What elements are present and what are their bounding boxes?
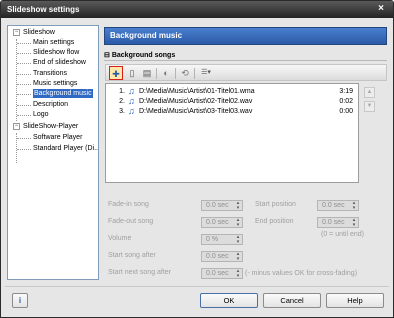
- list-item[interactable]: 3. ♫ D:\Media\Music\Artist\03-Titel03.wa…: [106, 106, 358, 116]
- toolbar-separator: [156, 68, 157, 79]
- toolbar-separator: [194, 68, 195, 79]
- help-button[interactable]: Help: [326, 293, 384, 308]
- start-after-value: 0.0 sec: [206, 253, 229, 260]
- ok-button[interactable]: OK: [200, 293, 258, 308]
- start-position-stepper[interactable]: 0.0 sec ▴ ▾: [317, 200, 359, 211]
- fade-in-stepper[interactable]: 0.0 sec ▴ ▾: [201, 200, 243, 211]
- start-next-label: Start next song after: [108, 269, 172, 276]
- tree-line: [17, 74, 31, 75]
- tree-line: [17, 53, 31, 54]
- start-position-label: Start position: [255, 201, 296, 208]
- fade-in-label: Fade-in song: [108, 201, 149, 208]
- background-songs-group: ⊟ Background songs: [104, 50, 387, 61]
- group-title: Background songs: [111, 52, 176, 59]
- spin-arrows-icon[interactable]: ▴ ▾: [351, 201, 357, 211]
- song-duration: 3:19: [339, 88, 353, 95]
- start-next-stepper[interactable]: 0.0 sec ▴ ▾: [201, 268, 243, 279]
- start-after-label: Start song after: [108, 252, 156, 259]
- collapse-group-icon[interactable]: ⊟: [104, 52, 110, 59]
- page-title: Background music: [104, 27, 387, 45]
- spin-arrows-icon[interactable]: ▴ ▾: [351, 218, 357, 228]
- tree-item-logo[interactable]: Logo: [33, 110, 49, 119]
- spin-arrows-icon[interactable]: ▴ ▾: [235, 218, 241, 228]
- effects-icon[interactable]: ⟲: [178, 66, 192, 80]
- end-position-value: 0.0 sec: [322, 219, 345, 226]
- volume-value: 0 %: [206, 236, 219, 243]
- start-position-value: 0.0 sec: [322, 202, 345, 209]
- tree-item-transitions[interactable]: Transitions: [33, 69, 67, 78]
- tree-item-background-music[interactable]: Background music: [33, 89, 93, 98]
- edit-song-icon[interactable]: ▤: [140, 66, 154, 80]
- tree-item-standard-player[interactable]: Standard Player (Di...: [33, 144, 98, 153]
- tree-line: [17, 84, 31, 85]
- spin-arrows-icon[interactable]: ▴ ▾: [235, 269, 241, 279]
- tree-item-description[interactable]: Description: [33, 100, 68, 109]
- window-title: Slideshow settings: [7, 5, 80, 14]
- end-position-stepper[interactable]: 0.0 sec ▴ ▾: [317, 217, 359, 228]
- music-note-icon: ♫: [128, 96, 135, 106]
- volume-icon[interactable]: ◐: [159, 66, 173, 80]
- spin-arrows-icon[interactable]: ▴ ▾: [235, 201, 241, 211]
- fade-out-label: Fade-out song: [108, 218, 154, 225]
- close-icon[interactable]: ×: [375, 3, 387, 15]
- song-number: 2.: [119, 98, 125, 105]
- tree-line: [17, 43, 31, 44]
- add-song-icon[interactable]: ✚: [109, 66, 123, 80]
- tree-line: [17, 149, 31, 150]
- tree-item-music-settings[interactable]: Music settings: [33, 79, 77, 88]
- song-path: D:\Media\Music\Artist\02-Titel02.wav: [139, 98, 253, 105]
- until-end-note: (0 = until end): [321, 231, 364, 238]
- tree-item-main-settings[interactable]: Main settings: [33, 38, 74, 47]
- song-number: 3.: [119, 108, 125, 115]
- tree-item-end-of-slideshow[interactable]: End of slideshow: [33, 58, 86, 67]
- list-item[interactable]: 2. ♫ D:\Media\Music\Artist\02-Titel02.wa…: [106, 96, 358, 106]
- tree-line: [17, 63, 31, 64]
- tree-line: [17, 105, 31, 106]
- tree-item-software-player[interactable]: Software Player: [33, 133, 82, 142]
- cross-fade-note: (- minus values OK for cross-fading): [245, 270, 358, 277]
- start-next-value: 0.0 sec: [206, 270, 229, 277]
- tree-item-slideshow-flow[interactable]: Slideshow flow: [33, 48, 79, 57]
- volume-label: Volume: [108, 235, 132, 242]
- delete-song-icon[interactable]: ▯: [125, 66, 139, 80]
- collapse-icon[interactable]: −: [13, 123, 20, 130]
- tree-item-slideshow[interactable]: Slideshow: [23, 28, 55, 37]
- toolbar-separator: [175, 68, 176, 79]
- end-position-label: End position: [255, 218, 294, 225]
- song-duration: 0:00: [339, 108, 353, 115]
- fade-in-value: 0.0 sec: [206, 202, 229, 209]
- fade-out-value: 0.0 sec: [206, 219, 229, 226]
- list-menu-icon[interactable]: ☰▾: [197, 66, 215, 80]
- tree-line: [17, 115, 31, 116]
- volume-stepper[interactable]: 0 % ▴ ▾: [201, 234, 243, 245]
- tree-line: [16, 39, 17, 121]
- divider: [104, 60, 387, 61]
- divider: [5, 286, 389, 287]
- start-after-stepper[interactable]: 0.0 sec ▴ ▾: [201, 251, 243, 262]
- music-note-icon: ♫: [128, 106, 135, 116]
- settings-tree: − Slideshow Main settings Slideshow flow…: [7, 25, 99, 280]
- list-item[interactable]: 1. ♫ D:\Media\Music\Artist\01-Titel01.wm…: [106, 86, 358, 96]
- tree-item-slideshow-player[interactable]: SlideShow-Player: [23, 122, 78, 131]
- spin-arrows-icon[interactable]: ▴ ▾: [235, 235, 241, 245]
- collapse-icon[interactable]: −: [13, 29, 20, 36]
- fade-out-stepper[interactable]: 0.0 sec ▴ ▾: [201, 217, 243, 228]
- songs-toolbar: ✚ ▯ ▤ ◐ ⟲ ☰▾: [105, 64, 387, 81]
- help-icon[interactable]: i: [12, 293, 28, 308]
- song-duration: 0:02: [339, 98, 353, 105]
- music-note-icon: ♫: [128, 86, 135, 96]
- song-list[interactable]: 1. ♫ D:\Media\Music\Artist\01-Titel01.wm…: [105, 83, 359, 183]
- move-down-icon[interactable]: ▼: [364, 101, 375, 112]
- song-path: D:\Media\Music\Artist\01-Titel01.wma: [139, 88, 255, 95]
- tree-line: [17, 94, 31, 95]
- title-bar: Slideshow settings ×: [1, 1, 393, 18]
- tree-line: [17, 138, 31, 139]
- song-number: 1.: [119, 88, 125, 95]
- song-path: D:\Media\Music\Artist\03-Titel03.wav: [139, 108, 253, 115]
- spin-arrows-icon[interactable]: ▴ ▾: [235, 252, 241, 262]
- move-up-icon[interactable]: ▲: [364, 87, 375, 98]
- cancel-button[interactable]: Cancel: [263, 293, 321, 308]
- settings-window: Slideshow settings × − Slideshow Main se…: [0, 0, 394, 318]
